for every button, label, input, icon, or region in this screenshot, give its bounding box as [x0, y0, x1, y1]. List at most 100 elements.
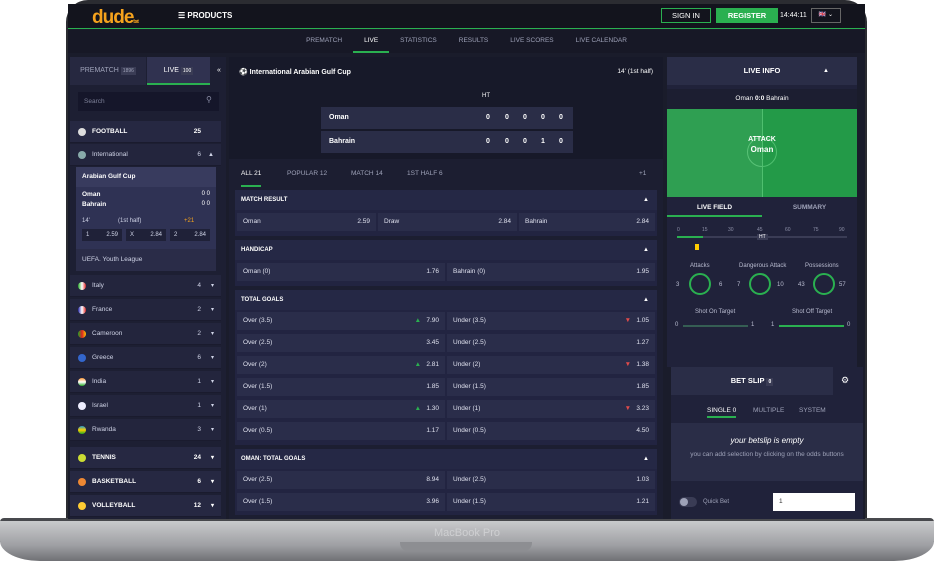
odd-over[interactable]: Over (3.5) ▲ 7.90	[237, 312, 445, 330]
sport-football[interactable]: FOOTBALL 25	[70, 121, 221, 143]
language-select[interactable]: 🇬🇧 ⌄	[811, 8, 841, 23]
country-greece[interactable]: Greece 6 ▾	[70, 347, 221, 369]
sign-in-button[interactable]: SIGN IN	[661, 8, 711, 23]
tab-live[interactable]: LIVE	[353, 30, 390, 53]
country-rwanda[interactable]: Rwanda 3 ▾	[70, 419, 221, 441]
odd-under[interactable]: Under (2.5) 1.27	[447, 334, 655, 352]
odd-home[interactable]: Oman 2.59	[237, 213, 376, 231]
main-tabs: PREMATCH LIVE STATISTICS RESULTS LIVE SC…	[68, 30, 865, 53]
odd-over[interactable]: Over (2.5) 3.45	[237, 334, 445, 352]
home-score: 0 0	[201, 191, 210, 197]
event-panel: ⚽ International Arabian Gulf Cup 14' (1s…	[229, 57, 663, 519]
tab-live-field[interactable]: LIVE FIELD	[667, 199, 762, 217]
stake-input[interactable]: 1	[773, 493, 855, 511]
country-india[interactable]: India 1 ▾	[70, 371, 221, 393]
bet-slip-header[interactable]: BET SLIP 0	[671, 367, 833, 395]
tab-multiple[interactable]: MULTIPLE	[753, 407, 784, 414]
logo[interactable]: dudebet	[92, 7, 139, 29]
stat-danger-away: 10	[777, 282, 784, 288]
stat-possession-away: 57	[839, 282, 846, 288]
odd-under[interactable]: Under (1.5) 1.21	[447, 493, 655, 511]
odd-under[interactable]: Under (1) ▼ 3.23	[447, 400, 655, 418]
bet-slip: BET SLIP 0 ⚙ SINGLE 0 MULTIPLE SYSTEM yo…	[671, 367, 863, 519]
odd-x[interactable]: X 2.84	[126, 229, 166, 241]
tab-results[interactable]: RESULTS	[448, 30, 500, 53]
odd-handicap-home[interactable]: Oman (0) 1.76	[237, 263, 445, 281]
league-uefa[interactable]: UEFA. Youth League	[76, 249, 216, 271]
stat-shot-on-home: 0	[675, 322, 679, 328]
sport-volleyball[interactable]: VOLLEYBALL 12 ▾	[70, 495, 221, 517]
volleyball-icon	[78, 502, 86, 510]
ht-label: HT	[482, 93, 490, 99]
betslip-empty: your betslip is empty you can add select…	[671, 423, 863, 481]
country-cameroon[interactable]: Cameroon 2 ▾	[70, 323, 221, 345]
odd-draw[interactable]: Draw 2.84	[378, 213, 517, 231]
stat-possession-home: 43	[798, 282, 805, 288]
mtab-match[interactable]: MATCH 14	[351, 163, 383, 185]
market-title[interactable]: TOTAL GOALS ▲	[235, 290, 657, 310]
live-field: ATTACK Oman	[667, 109, 857, 197]
match-header: ⚽ International Arabian Gulf Cup 14' (1s…	[229, 57, 663, 159]
odd-under[interactable]: Under (1.5) 1.85	[447, 378, 655, 396]
laptop-brand: MacBook Pro	[433, 527, 501, 539]
search-input[interactable]: Search	[78, 92, 219, 111]
tab-single[interactable]: SINGLE 0	[707, 407, 737, 418]
country-israel[interactable]: Israel 1 ▾	[70, 395, 221, 417]
match-half: (1st half)	[118, 218, 142, 224]
score-row-home: Oman 00000	[321, 107, 573, 129]
odd-over[interactable]: Over (1) ▲ 1.30	[237, 400, 445, 418]
sport-tennis[interactable]: TENNIS 24 ▾	[70, 447, 221, 469]
mtab-1st-half[interactable]: 1ST HALF 6	[407, 163, 443, 185]
match-minute: 14'	[82, 218, 90, 224]
odd-over[interactable]: Over (1.5) 3.96	[237, 493, 445, 511]
odd-over[interactable]: Over (2) ▲ 2.81	[237, 356, 445, 374]
football-icon	[78, 128, 86, 136]
sidebar-tab-live[interactable]: LIVE 100	[147, 57, 210, 85]
tab-live-calendar[interactable]: LIVE CALENDAR	[565, 30, 638, 53]
live-info-header[interactable]: LIVE INFO ▲	[667, 57, 857, 85]
odd-over[interactable]: Over (2.5) 8.94	[237, 471, 445, 489]
market-title[interactable]: OMAN: TOTAL GOALS ▲	[235, 449, 657, 469]
mtab-all[interactable]: ALL 21	[241, 163, 262, 187]
more-markets[interactable]: +21	[184, 218, 194, 224]
odd-handicap-away[interactable]: Bahrain (0) 1.95	[447, 263, 655, 281]
tab-system[interactable]: SYSTEM	[799, 407, 826, 414]
register-button[interactable]: REGISTER	[716, 8, 778, 23]
stat-shot-on-label: Shot On Target	[695, 309, 736, 315]
globe-icon	[78, 151, 86, 159]
tab-summary[interactable]: SUMMARY	[762, 199, 857, 217]
match-league: ⚽ International Arabian Gulf Cup	[239, 69, 351, 76]
mtab-more[interactable]: +1	[639, 163, 646, 185]
mtab-popular[interactable]: POPULAR 12	[287, 163, 327, 185]
tab-prematch[interactable]: PREMATCH	[295, 30, 353, 53]
market-title[interactable]: HANDICAP ▲	[235, 240, 657, 260]
gear-icon[interactable]: ⚙	[841, 375, 849, 386]
category-international[interactable]: International 6 ▲	[70, 144, 221, 166]
market-match-result: MATCH RESULT ▲ Oman 2.59 Draw 2.84 Bahrain 2…	[235, 190, 657, 236]
stat-shot-off-away: 0	[847, 322, 851, 328]
odd-2[interactable]: 2 2.84	[170, 229, 210, 241]
odd-over[interactable]: Over (1.5) 1.85	[237, 378, 445, 396]
country-italy[interactable]: Italy 4 ▾	[70, 275, 221, 297]
odd-1[interactable]: 1 2.59	[82, 229, 122, 241]
tab-live-scores[interactable]: LIVE SCORES	[499, 30, 564, 53]
country-france[interactable]: France 2 ▾	[70, 299, 221, 321]
collapse-button[interactable]: «	[212, 57, 226, 85]
sidebar-tab-prematch[interactable]: PREMATCH 1896	[70, 57, 146, 85]
market-title[interactable]: MATCH RESULT ▲	[235, 190, 657, 210]
event-card[interactable]: Arabian Gulf Cup Oman 0 0 Bahrain 0 0 14…	[76, 167, 216, 271]
odd-away[interactable]: Bahrain 2.84	[519, 213, 655, 231]
stat-shot-off-home: 1	[771, 322, 775, 328]
search-icon[interactable]: ⚲	[206, 95, 212, 104]
quick-bet-toggle[interactable]	[679, 497, 697, 507]
yellow-card-icon	[695, 244, 699, 250]
odd-under[interactable]: Under (2.5) 1.03	[447, 471, 655, 489]
league-name: Arabian Gulf Cup	[76, 167, 216, 187]
products-menu[interactable]: ☰ PRODUCTS	[178, 11, 232, 20]
odd-over[interactable]: Over (0.5) 1.17	[237, 422, 445, 440]
odd-under[interactable]: Under (0.5) 4.50	[447, 422, 655, 440]
sport-basketball[interactable]: BASKETBALL 6 ▾	[70, 471, 221, 493]
tab-statistics[interactable]: STATISTICS	[389, 30, 448, 53]
odd-under[interactable]: Under (3.5) ▼ 1.05	[447, 312, 655, 330]
odd-under[interactable]: Under (2) ▼ 1.38	[447, 356, 655, 374]
